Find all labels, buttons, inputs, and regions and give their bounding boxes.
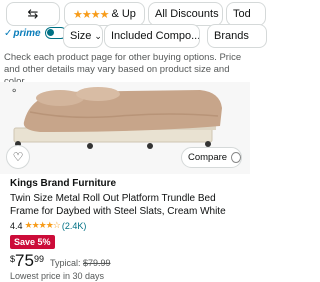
compare-label: Compare bbox=[188, 152, 228, 163]
product-title-link[interactable]: Twin Size Metal Roll Out Platform Trundl… bbox=[10, 192, 246, 218]
prime-check-icon: ✓ bbox=[4, 27, 13, 39]
discounts-filter-label: All Discounts bbox=[155, 8, 219, 20]
today-deals-label: Tod bbox=[233, 8, 251, 20]
brands-filter-chip[interactable]: Brands bbox=[207, 24, 267, 48]
discounts-filter-chip[interactable]: All Discounts bbox=[148, 2, 223, 26]
today-deals-chip[interactable]: Tod bbox=[226, 2, 266, 26]
carousel-dot-icon: ⚬ bbox=[10, 86, 19, 97]
typical-price-value: $79.99 bbox=[82, 258, 111, 268]
discount-badge: Save 5% bbox=[10, 235, 55, 249]
heart-icon: ♡ bbox=[12, 150, 24, 164]
typical-label: Typical: bbox=[49, 258, 81, 268]
star-icon: ★★★★ bbox=[73, 8, 109, 21]
price-whole: 75 bbox=[15, 251, 34, 270]
prime-label: prime bbox=[13, 27, 41, 39]
prime-filter[interactable]: ✓ prime bbox=[4, 27, 67, 39]
size-filter-label: Size bbox=[70, 30, 92, 42]
product-rating[interactable]: 4.4 ★★★★☆ (2.4K) bbox=[10, 220, 86, 231]
compare-button[interactable]: Compare bbox=[181, 147, 242, 168]
lowest-price-note: Lowest price in 30 days bbox=[10, 271, 105, 281]
price: $ 75 99 Typical: $79.99 bbox=[10, 252, 111, 270]
chevron-down-icon: ⌄ bbox=[94, 30, 102, 41]
wishlist-heart-button[interactable]: ♡ bbox=[6, 145, 30, 169]
rating-filter-chip[interactable]: ★★★★ & Up bbox=[64, 2, 145, 26]
price-fraction: 99 bbox=[33, 254, 44, 264]
filter-button[interactable]: ⇆ bbox=[6, 2, 60, 26]
included-components-label: Included Compo... bbox=[111, 30, 200, 42]
rating-value: 4.4 bbox=[10, 220, 23, 231]
rating-filter-label: & Up bbox=[111, 8, 136, 20]
included-components-chip[interactable]: Included Compo... ⌄ bbox=[104, 24, 200, 48]
star-rating-icon: ★★★★☆ bbox=[24, 220, 61, 230]
typical-price: Typical: $79.99 bbox=[50, 258, 111, 268]
size-filter-chip[interactable]: Size ⌄ bbox=[63, 24, 103, 48]
compare-checkbox-icon[interactable] bbox=[231, 152, 241, 163]
brands-filter-label: Brands bbox=[214, 30, 249, 42]
product-brand: Kings Brand Furniture bbox=[10, 178, 117, 189]
rating-count-link[interactable]: (2.4K) bbox=[62, 221, 87, 231]
filter-icon: ⇆ bbox=[27, 6, 39, 21]
